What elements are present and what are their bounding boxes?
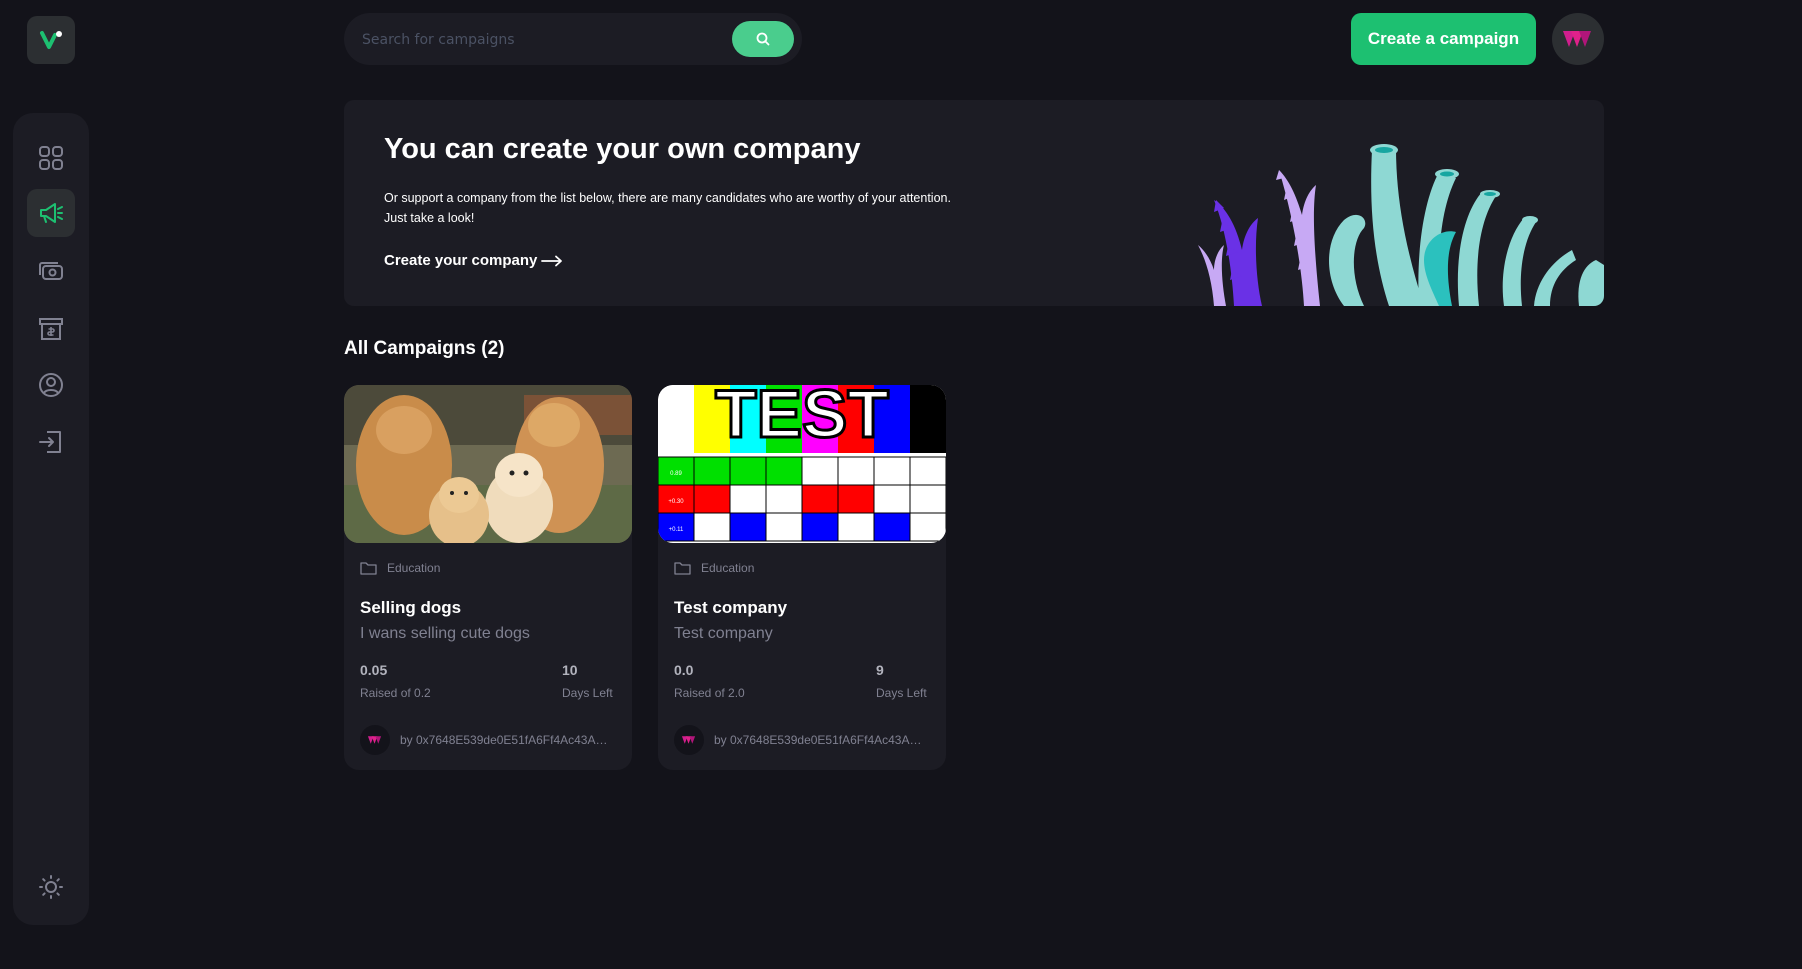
days-left-label: Days Left xyxy=(876,686,927,700)
profile-avatar[interactable] xyxy=(1552,13,1604,65)
campaign-title: Selling dogs xyxy=(360,598,462,617)
days-left-value: 9 xyxy=(876,662,884,678)
category-label: Education xyxy=(701,561,755,575)
sidebar-item-payment[interactable] xyxy=(27,247,75,295)
sidebar-item-profile[interactable] xyxy=(27,361,75,409)
receipt-icon xyxy=(39,318,63,340)
theme-toggle[interactable] xyxy=(27,863,75,911)
amount-raised: 0.0 xyxy=(674,662,694,678)
user-circle-icon xyxy=(39,373,63,397)
create-company-link[interactable]: Create your company xyxy=(384,252,563,269)
owner-logo-icon xyxy=(681,736,696,744)
campaign-card[interactable]: TEST 0.89 +0.30 +0.11 Education Test com… xyxy=(658,385,946,770)
banner-text: Or support a company from the list below… xyxy=(384,188,1024,228)
search-bar xyxy=(344,13,802,67)
campaign-category: Education xyxy=(360,561,440,575)
dogs-photo xyxy=(344,385,632,543)
app-logo[interactable] xyxy=(27,16,75,64)
campaign-description: Test company xyxy=(674,625,773,642)
all-campaigns-title: All Campaigns (2) xyxy=(344,338,505,359)
campaign-image xyxy=(344,385,632,543)
days-left-label: Days Left xyxy=(562,686,613,700)
arrow-right-icon xyxy=(541,255,563,266)
banner-title: You can create your own company xyxy=(384,133,861,165)
search-input[interactable] xyxy=(360,13,724,67)
campaign-card[interactable]: Education Selling dogs I wans selling cu… xyxy=(344,385,632,770)
seaweed-illustration xyxy=(1198,144,1604,306)
campaign-owner: by 0x7648E539de0E51fA6Ff4Ac43A3... xyxy=(674,725,924,755)
campaign-category: Education xyxy=(674,561,754,575)
grid-icon xyxy=(39,146,63,170)
amount-raised: 0.05 xyxy=(360,662,388,678)
owner-address: by 0x7648E539de0E51fA6Ff4Ac43A3... xyxy=(714,733,924,747)
campaign-owner: by 0x7648E539de0E51fA6Ff4Ac43A3... xyxy=(360,725,610,755)
search-icon xyxy=(756,32,770,46)
row-label: +0.11 xyxy=(669,527,684,533)
avatar-logo-icon xyxy=(1563,31,1591,47)
search-button[interactable] xyxy=(732,21,794,57)
owner-logo-icon xyxy=(367,736,382,744)
sidebar-item-dashboard[interactable] xyxy=(27,134,75,182)
folder-icon xyxy=(674,562,691,575)
sidebar-item-campaign[interactable] xyxy=(27,189,75,237)
sun-icon xyxy=(39,875,63,899)
banner-text-line2: Just take a look! xyxy=(384,211,475,225)
banner-text-line1: Or support a company from the list below… xyxy=(384,191,951,205)
sidebar-item-logout[interactable] xyxy=(27,418,75,466)
campaign-title: Test company xyxy=(674,598,788,617)
megaphone-icon xyxy=(40,203,63,223)
campaign-image: TEST 0.89 +0.30 +0.11 xyxy=(658,385,946,543)
raised-of-label: Raised of 0.2 xyxy=(360,686,431,700)
owner-avatar xyxy=(674,725,704,755)
promo-banner: You can create your own company Or suppo… xyxy=(344,100,1604,306)
row-label: 0.89 xyxy=(670,471,682,477)
days-left-value: 10 xyxy=(562,662,578,678)
logo-icon xyxy=(40,31,62,49)
test-heading: TEST xyxy=(715,385,889,452)
test-pattern-image: TEST 0.89 +0.30 +0.11 xyxy=(658,385,946,543)
raised-of-label: Raised of 2.0 xyxy=(674,686,745,700)
category-label: Education xyxy=(387,561,441,575)
logout-icon xyxy=(39,431,61,453)
owner-address: by 0x7648E539de0E51fA6Ff4Ac43A3... xyxy=(400,733,610,747)
owner-avatar xyxy=(360,725,390,755)
create-campaign-button[interactable]: Create a campaign xyxy=(1351,13,1536,65)
folder-icon xyxy=(360,562,377,575)
sidebar xyxy=(13,113,89,925)
sidebar-item-withdraw[interactable] xyxy=(27,304,75,352)
money-icon xyxy=(39,262,63,280)
row-label: +0.30 xyxy=(668,499,684,505)
campaign-description: I wans selling cute dogs xyxy=(360,625,530,642)
create-company-link-label: Create your company xyxy=(384,252,538,269)
